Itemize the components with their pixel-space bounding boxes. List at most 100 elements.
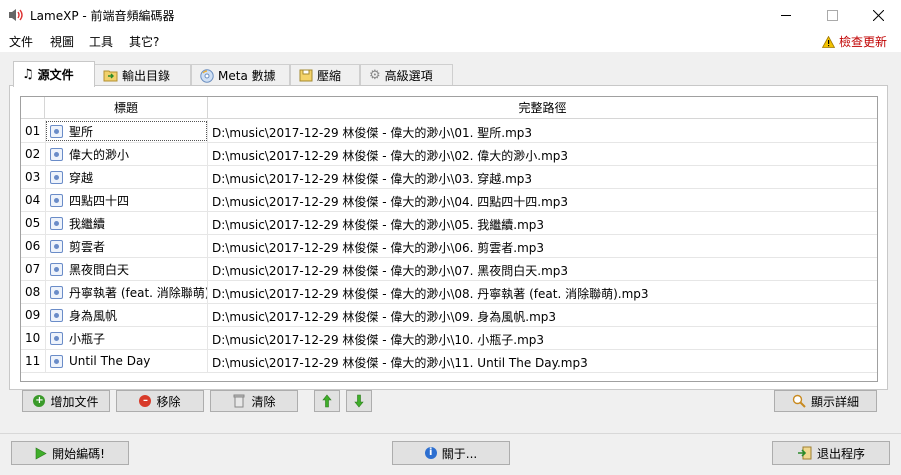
table-row[interactable]: 04 四點四十四 D:\music\2017-12-29 林俊傑 - 偉大的渺小…	[21, 189, 877, 212]
track-title: 小瓶子	[69, 331, 106, 346]
path-cell: D:\music\2017-12-29 林俊傑 - 偉大的渺小\07. 黑夜問白…	[212, 264, 569, 278]
title-cell[interactable]: Until The Day	[45, 350, 208, 372]
column-header-title[interactable]: 標題	[45, 97, 208, 119]
table-row[interactable]: 02 偉大的渺小 D:\music\2017-12-29 林俊傑 - 偉大的渺小…	[21, 143, 877, 166]
file-table[interactable]: 標題 完整路徑 01 聖所 D:\music\2017-12-29 林俊傑 - …	[20, 96, 878, 382]
menu-view[interactable]: 視圖	[50, 33, 74, 50]
row-number: 10	[25, 331, 41, 345]
track-title: 偉大的渺小	[69, 147, 130, 162]
separator	[0, 433, 901, 434]
audio-file-icon	[50, 308, 63, 322]
path-cell: D:\music\2017-12-29 林俊傑 - 偉大的渺小\03. 穿越.m…	[212, 172, 533, 186]
exit-label: 退出程序	[816, 446, 865, 461]
info-icon: i	[424, 447, 437, 459]
cd-icon	[200, 68, 214, 83]
track-title: 聖所	[69, 124, 94, 139]
track-title: 黑夜問白天	[69, 262, 130, 277]
move-down-button[interactable]	[346, 390, 372, 412]
arrow-down-icon	[354, 394, 364, 408]
about-label: 關于...	[441, 446, 478, 461]
path-cell: D:\music\2017-12-29 林俊傑 - 偉大的渺小\11. Unti…	[212, 356, 588, 370]
move-up-button[interactable]	[314, 390, 340, 412]
show-details-button[interactable]: 顯示詳細	[774, 390, 877, 412]
title-cell[interactable]: 聖所	[45, 120, 208, 142]
exit-button[interactable]: 退出程序	[772, 441, 890, 465]
check-update-link[interactable]: 檢查更新	[822, 33, 887, 50]
tab-label: 壓縮	[317, 69, 342, 83]
title-cell[interactable]: 四點四十四	[45, 189, 208, 211]
path-cell: D:\music\2017-12-29 林俊傑 - 偉大的渺小\01. 聖所.m…	[212, 126, 533, 140]
table-row[interactable]: 01 聖所 D:\music\2017-12-29 林俊傑 - 偉大的渺小\01…	[21, 120, 877, 143]
maximize-button[interactable]	[809, 0, 855, 30]
window-title: LameXP - 前端音頻編碼器	[30, 9, 175, 23]
minimize-button[interactable]	[763, 0, 809, 30]
title-cell[interactable]: 丹寧執著 (feat. 消除聯萌)	[45, 281, 208, 303]
add-file-label: 增加文件	[50, 394, 99, 409]
row-number: 05	[25, 216, 41, 230]
table-row[interactable]: 09 身為風帆 D:\music\2017-12-29 林俊傑 - 偉大的渺小\…	[21, 304, 877, 327]
path-cell: D:\music\2017-12-29 林俊傑 - 偉大的渺小\06. 剪雲者.…	[212, 241, 545, 255]
clear-label: 清除	[251, 394, 276, 409]
tab-meta-data[interactable]: Meta 數據	[191, 64, 290, 86]
row-number: 06	[25, 239, 41, 253]
title-cell[interactable]: 小瓶子	[45, 327, 208, 349]
tab-label: 高級選項	[384, 69, 433, 83]
title-cell[interactable]: 剪雲者	[45, 235, 208, 257]
close-icon	[872, 9, 884, 21]
table-row[interactable]: 07 黑夜問白天 D:\music\2017-12-29 林俊傑 - 偉大的渺小…	[21, 258, 877, 281]
table-row[interactable]: 08 丹寧執著 (feat. 消除聯萌) D:\music\2017-12-29…	[21, 281, 877, 304]
header-corner	[21, 97, 45, 119]
table-row[interactable]: 11 Until The Day D:\music\2017-12-29 林俊傑…	[21, 350, 877, 373]
check-update-label: 檢查更新	[839, 35, 888, 49]
title-cell[interactable]: 偉大的渺小	[45, 143, 208, 165]
audio-file-icon	[50, 239, 63, 253]
audio-file-icon	[50, 170, 63, 184]
tab-label: Meta 數據	[218, 69, 276, 83]
audio-file-icon	[50, 331, 63, 345]
add-file-button[interactable]: + 增加文件	[22, 390, 110, 412]
music-note-icon: ♫	[22, 67, 34, 82]
table-row[interactable]: 06 剪雲者 D:\music\2017-12-29 林俊傑 - 偉大的渺小\0…	[21, 235, 877, 258]
track-title: 穿越	[69, 170, 94, 185]
remove-icon: –	[139, 395, 152, 407]
title-cell[interactable]: 我繼續	[45, 212, 208, 234]
about-button[interactable]: i 關于...	[392, 441, 510, 465]
remove-button[interactable]: – 移除	[116, 390, 204, 412]
tab-advanced-options[interactable]: ⚙ 高級選項	[360, 64, 453, 86]
tab-output-folder[interactable]: 輸出目錄	[94, 64, 191, 86]
table-row[interactable]: 03 穿越 D:\music\2017-12-29 林俊傑 - 偉大的渺小\03…	[21, 166, 877, 189]
clear-button[interactable]: 清除	[210, 390, 298, 412]
menu-tools[interactable]: 工具	[89, 33, 113, 50]
tab-compression[interactable]: 壓縮	[290, 64, 360, 86]
row-number: 08	[25, 285, 41, 299]
audio-file-icon	[50, 285, 63, 299]
audio-file-icon	[50, 262, 63, 276]
table-row[interactable]: 05 我繼續 D:\music\2017-12-29 林俊傑 - 偉大的渺小\0…	[21, 212, 877, 235]
maximize-icon	[826, 9, 838, 21]
clear-icon	[233, 394, 245, 408]
close-button[interactable]	[855, 0, 901, 30]
row-number: 07	[25, 262, 41, 276]
start-encoding-button[interactable]: 開始編碼!	[11, 441, 129, 465]
exit-icon	[797, 446, 812, 460]
table-row[interactable]: 10 小瓶子 D:\music\2017-12-29 林俊傑 - 偉大的渺小\1…	[21, 327, 877, 350]
menu-file[interactable]: 文件	[9, 33, 33, 50]
track-title: 剪雲者	[69, 239, 106, 254]
tab-source-files[interactable]: ♫ 源文件	[13, 61, 95, 87]
add-icon: +	[33, 395, 46, 407]
tab-label: 輸出目錄	[122, 69, 171, 83]
title-cell[interactable]: 黑夜問白天	[45, 258, 208, 280]
audio-file-icon	[50, 216, 63, 230]
row-number: 03	[25, 170, 41, 184]
path-cell: D:\music\2017-12-29 林俊傑 - 偉大的渺小\05. 我繼續.…	[212, 218, 545, 232]
column-header-path[interactable]: 完整路徑	[208, 97, 877, 119]
track-title: 丹寧執著 (feat. 消除聯萌)	[69, 285, 208, 300]
title-cell[interactable]: 身為風帆	[45, 304, 208, 326]
row-number: 04	[25, 193, 41, 207]
path-cell: D:\music\2017-12-29 林俊傑 - 偉大的渺小\02. 偉大的渺…	[212, 149, 569, 163]
audio-file-icon	[50, 124, 63, 138]
warning-icon	[822, 35, 835, 48]
remove-label: 移除	[156, 394, 181, 409]
title-cell[interactable]: 穿越	[45, 166, 208, 188]
menu-other[interactable]: 其它?	[129, 33, 159, 50]
